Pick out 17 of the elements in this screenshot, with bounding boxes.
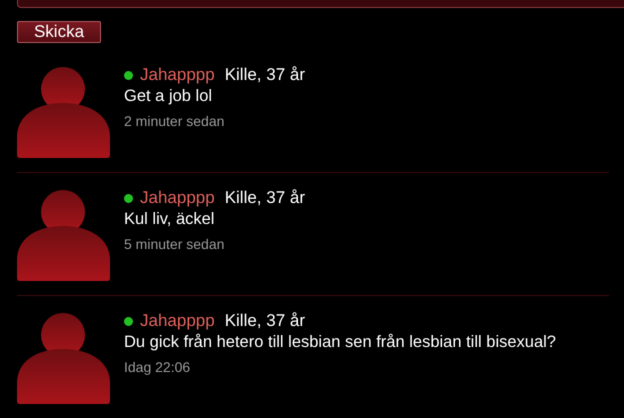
username-link[interactable]: Jahapppp [140,311,215,331]
post-time: 5 minuter sedan [124,236,226,252]
avatar-icon [17,188,110,281]
user-info: Kille, 37 år [224,311,306,331]
post-time: 2 minuter sedan [124,113,226,129]
post-message: Du gick från hetero till lesbian sen från lesbian till bisexual? [124,332,556,353]
avatar-icon [17,65,110,158]
post-message: Kul liv, äckel [124,209,216,230]
username-link[interactable]: Jahapppp [140,65,215,85]
send-button[interactable]: Skicka [17,21,101,43]
avatar-icon [17,311,110,404]
user-info: Kille, 37 år [224,65,306,85]
username-link[interactable]: Jahapppp [140,188,215,208]
post-time: Idag 22:06 [124,359,192,375]
post-message: Get a job lol [124,86,214,107]
message-field[interactable] [17,0,624,8]
user-info: Kille, 37 år [224,188,306,208]
